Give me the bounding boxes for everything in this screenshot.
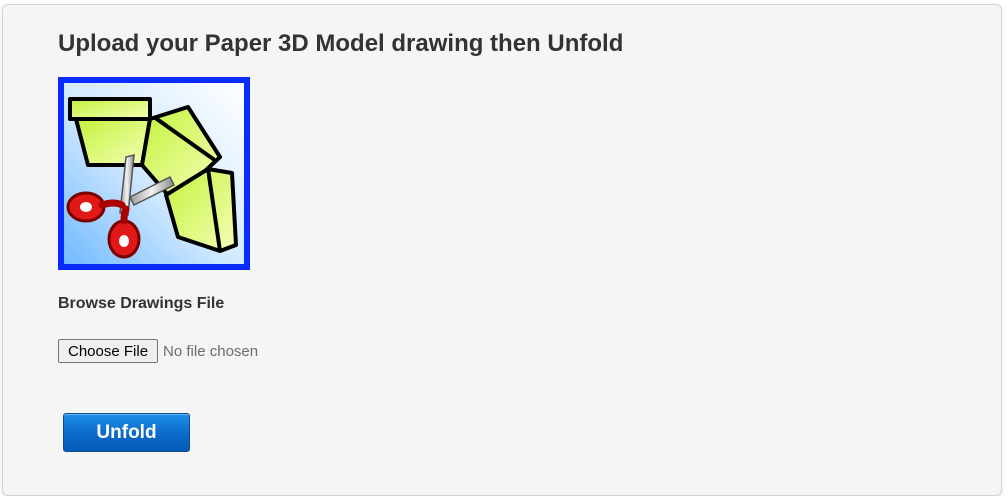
file-status-text: No file chosen (163, 342, 259, 360)
paper-model-scissors-icon (58, 77, 250, 270)
choose-file-button[interactable]: Choose File (58, 339, 159, 363)
page-title: Upload your Paper 3D Model drawing then … (58, 30, 624, 57)
browse-drawings-label: Browse Drawings File (58, 295, 225, 312)
unfold-button[interactable]: Unfold (63, 413, 190, 452)
file-input[interactable]: Choose File No file chosen (58, 339, 258, 363)
